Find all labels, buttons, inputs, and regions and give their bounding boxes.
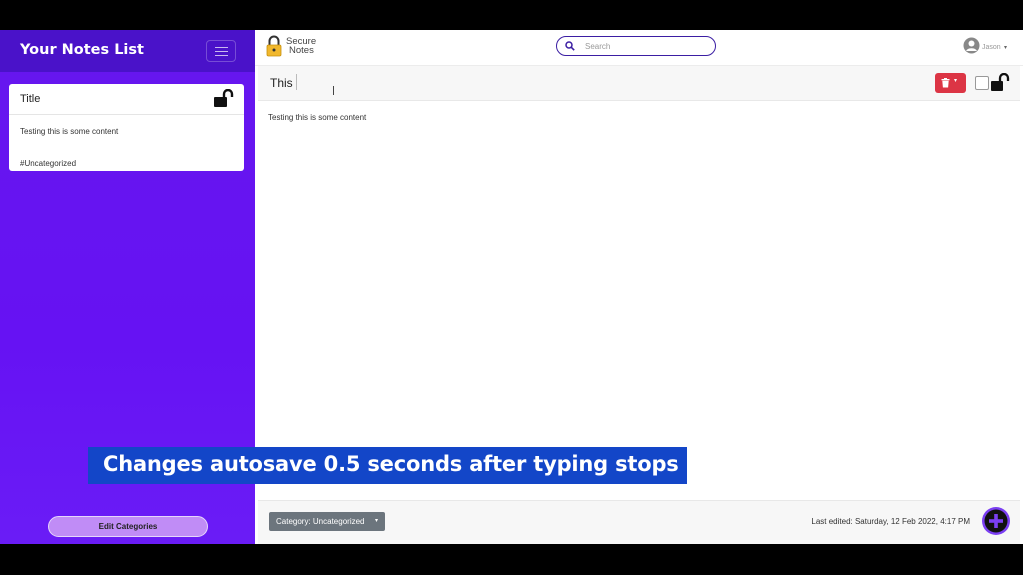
chevron-down-icon: ▾	[954, 78, 958, 84]
last-edited-timestamp: Last edited: Saturday, 12 Feb 2022, 4:17…	[811, 517, 970, 526]
caption-text: Changes autosave 0.5 seconds after typin…	[103, 452, 679, 476]
chevron-down-icon[interactable]: ▾	[1004, 44, 1007, 51]
user-avatar-icon[interactable]	[963, 37, 980, 54]
logo-line-2: Notes	[289, 45, 314, 56]
edit-categories-button[interactable]: Edit Categories	[48, 516, 208, 537]
editor-footer: Category: Uncategorized ▾ Last edited: S…	[258, 500, 1020, 544]
user-name[interactable]: Jason	[982, 44, 1001, 51]
unlocked-icon[interactable]	[990, 73, 1010, 92]
note-title-input[interactable]: This	[270, 76, 293, 90]
title-input-caret	[296, 74, 297, 90]
top-navbar: Secure Notes Jason ▾	[255, 30, 1023, 66]
hamburger-menu-button[interactable]	[206, 40, 236, 62]
sidebar-header: Your Notes List	[0, 30, 255, 72]
search-bar[interactable]	[556, 36, 716, 56]
search-input[interactable]	[585, 40, 705, 52]
app-window: Your Notes List Title Testing this is so…	[0, 30, 1023, 544]
note-body-textarea[interactable]: Testing this is some content	[268, 113, 366, 122]
select-note-checkbox[interactable]	[975, 76, 989, 90]
padlock-logo-icon	[266, 35, 282, 57]
delete-dropdown-button[interactable]: ▾	[935, 73, 966, 93]
hamburger-line	[215, 47, 228, 48]
unlocked-icon[interactable]	[213, 89, 235, 108]
note-card-header: Title	[9, 84, 244, 115]
add-note-button[interactable]	[982, 507, 1010, 535]
hamburger-line	[215, 51, 228, 52]
search-icon	[565, 41, 575, 51]
category-dropdown[interactable]: Category: Uncategorized ▾	[269, 512, 385, 531]
category-label: Category: Uncategorized	[276, 517, 365, 526]
note-list-item[interactable]: Title Testing this is some content #Unca…	[9, 84, 244, 171]
app-logo-text: Secure Notes	[286, 37, 316, 56]
editor-toolbar: This ▾	[258, 66, 1020, 101]
chevron-down-icon: ▾	[374, 518, 378, 524]
trash-icon	[941, 78, 950, 88]
video-caption: Changes autosave 0.5 seconds after typin…	[88, 447, 687, 484]
sidebar-title: Your Notes List	[20, 42, 144, 58]
plus-icon	[984, 509, 1008, 533]
hamburger-line	[215, 55, 228, 56]
note-card-title: Title	[20, 93, 41, 105]
note-card-content: Testing this is some content	[20, 127, 119, 136]
note-card-category: #Uncategorized	[20, 159, 77, 168]
mouse-text-cursor	[333, 86, 334, 95]
